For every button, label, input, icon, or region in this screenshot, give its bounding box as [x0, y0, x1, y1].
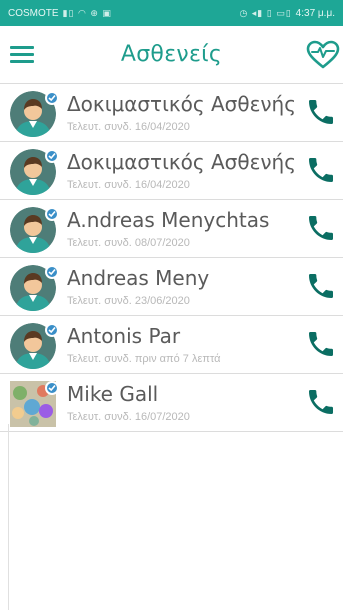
phone-icon[interactable]: [305, 328, 337, 360]
patient-name: Mike Gall: [67, 382, 159, 406]
patient-name: Andreas Meny: [67, 266, 210, 290]
patient-row-3[interactable]: A.ndreas Menychtas Τελευτ. συνδ. 08/07/2…: [0, 200, 343, 258]
divider: [8, 424, 9, 610]
status-badge: [45, 149, 59, 163]
patient-row-1[interactable]: Δοκιμαστικός Ασθενής Τελευτ. συνδ. 16/04…: [0, 84, 343, 142]
status-badge: [45, 323, 59, 337]
avatar: [10, 381, 59, 427]
patient-row-5[interactable]: Antonis Par Τελευτ. συνδ. πριν από 7 λεπ…: [0, 316, 343, 374]
phone-icon[interactable]: [305, 154, 337, 186]
signal-icons: ▮▯ ◠ ⊕ ▣: [62, 7, 112, 18]
avatar: [10, 207, 59, 253]
patient-row-6[interactable]: Mike Gall Τελευτ. συνδ. 16/07/2020: [0, 374, 343, 432]
last-login: Τελευτ. συνδ. 16/07/2020: [67, 411, 190, 423]
phone-icon[interactable]: [305, 270, 337, 302]
last-login: Τελευτ. συνδ. πριν από 7 λεπτά: [67, 353, 221, 365]
patient-list: Δοκιμαστικός Ασθενής Τελευτ. συνδ. 16/04…: [0, 84, 343, 432]
last-login: Τελευτ. συνδ. 16/04/2020: [67, 179, 190, 191]
phone-icon[interactable]: [305, 96, 337, 128]
patient-name: Δοκιμαστικός Ασθενής: [67, 92, 296, 116]
patient-row-2[interactable]: Δοκιμαστικός Ασθενής Τελευτ. συνδ. 16/04…: [0, 142, 343, 200]
phone-icon[interactable]: [305, 386, 337, 418]
patient-name: Antonis Par: [67, 324, 181, 348]
phone-icon[interactable]: [305, 212, 337, 244]
status-badge: [45, 381, 59, 395]
app-bar: Ασθενείς: [0, 26, 343, 84]
avatar: [10, 91, 59, 137]
patient-row-4[interactable]: Andreas Meny Τελευτ. συνδ. 23/06/2020: [0, 258, 343, 316]
status-badge: [45, 207, 59, 221]
status-badge: [45, 265, 59, 279]
carrier-name: COSMOTE: [8, 7, 59, 19]
status-badge: [45, 91, 59, 105]
avatar: [10, 149, 59, 195]
clock: 4:37 μ.μ.: [295, 7, 335, 19]
system-icons: ◷ ◂▮ ▯ ▭▯: [239, 7, 292, 18]
page-title: Ασθενείς: [120, 42, 223, 67]
patient-name: Δοκιμαστικός Ασθενής: [67, 150, 296, 174]
last-login: Τελευτ. συνδ. 16/04/2020: [67, 121, 190, 133]
heart-rate-icon[interactable]: [305, 40, 341, 70]
avatar: [10, 265, 59, 311]
avatar: [10, 323, 59, 369]
last-login: Τελευτ. συνδ. 23/06/2020: [67, 295, 190, 307]
status-bar: COSMOTE ▮▯ ◠ ⊕ ▣ ◷ ◂▮ ▯ ▭▯ 4:37 μ.μ.: [0, 0, 343, 26]
last-login: Τελευτ. συνδ. 08/07/2020: [67, 237, 190, 249]
patient-name: A.ndreas Menychtas: [67, 208, 270, 232]
